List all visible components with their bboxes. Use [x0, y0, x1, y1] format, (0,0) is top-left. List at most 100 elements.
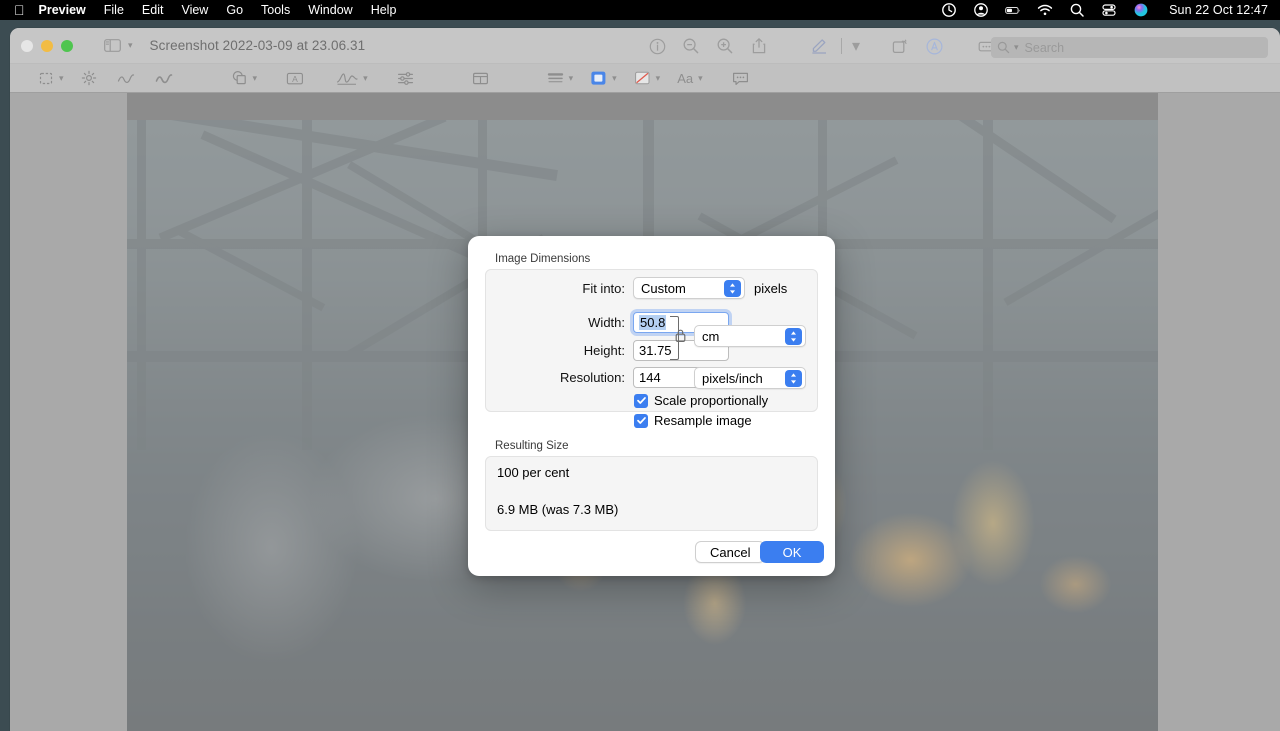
signature-icon[interactable]	[333, 64, 361, 93]
menu-item-file[interactable]: File	[104, 3, 124, 17]
menu-bar:  Preview File Edit View Go Tools Window…	[0, 0, 1280, 20]
search-placeholder: Search	[1025, 41, 1065, 55]
fit-into-value: Custom	[641, 281, 686, 296]
fill-color-icon[interactable]	[587, 64, 610, 93]
sketch-icon[interactable]	[114, 64, 138, 93]
resolution-unit-select[interactable]: pixels/inch	[694, 367, 806, 389]
menu-item-edit[interactable]: Edit	[142, 3, 164, 17]
close-button[interactable]	[21, 40, 33, 52]
markup-toolbar: ▾ ▾ A ▾	[10, 64, 1280, 93]
fit-into-unit-label: pixels	[754, 281, 787, 296]
search-icon	[997, 41, 1010, 54]
resolution-row: Resolution: 144	[485, 367, 729, 388]
resample-image-checkbox[interactable]: Resample image	[634, 413, 752, 428]
instant-alpha-icon[interactable]	[78, 64, 100, 93]
battery-icon[interactable]	[1005, 2, 1021, 18]
height-row: Height: 31.75	[485, 340, 729, 361]
text-icon[interactable]: A	[283, 64, 307, 93]
dimension-unit-stepper-arrows-icon[interactable]	[785, 328, 802, 345]
time-machine-icon[interactable]	[941, 2, 957, 18]
apple-logo-icon[interactable]: 	[14, 3, 25, 17]
resulting-file-size: 6.9 MB (was 7.3 MB)	[497, 502, 618, 517]
menu-item-tools[interactable]: Tools	[261, 3, 290, 17]
zoom-in-icon[interactable]	[708, 28, 742, 64]
fit-into-select[interactable]: Custom	[633, 277, 745, 299]
fit-into-stepper-arrows-icon[interactable]	[724, 280, 741, 297]
shapes-icon[interactable]	[228, 64, 251, 93]
menu-item-preview[interactable]: Preview	[39, 3, 86, 17]
adjust-color-icon[interactable]	[394, 64, 417, 93]
spotlight-search-icon[interactable]	[1069, 2, 1085, 18]
markup-chevron-down-icon[interactable]: ▾	[847, 28, 865, 64]
rotate-icon[interactable]	[883, 28, 917, 64]
traffic-lights	[21, 40, 73, 52]
menu-item-help[interactable]: Help	[371, 3, 397, 17]
window-titlebar: ▾ Screenshot 2022-03-09 at 23.06.31	[10, 28, 1280, 64]
menu-item-go[interactable]: Go	[226, 3, 243, 17]
resolution-unit-stepper-arrows-icon[interactable]	[785, 370, 802, 387]
scale-proportionally-checkbox[interactable]: Scale proportionally	[634, 393, 768, 408]
wifi-icon[interactable]	[1037, 2, 1053, 18]
search-field[interactable]: ▾ Search	[991, 37, 1268, 58]
window-toolbar: ▾	[640, 28, 1007, 64]
desktop: ▾ Screenshot 2022-03-09 at 23.06.31	[0, 20, 1280, 731]
width-row: Width: 50.8	[485, 312, 729, 333]
window-title: Screenshot 2022-03-09 at 23.06.31	[150, 38, 366, 53]
resolution-label: Resolution:	[485, 370, 625, 385]
scale-proportionally-label: Scale proportionally	[654, 393, 768, 408]
rectangular-selection-icon[interactable]	[36, 64, 57, 93]
siri-icon[interactable]	[1133, 2, 1149, 18]
image-size-dialog: Image Dimensions Fit into: Custom pixels…	[468, 236, 835, 576]
markup-pen-icon[interactable]	[802, 28, 836, 64]
border-color-chevron-down-icon[interactable]: ▾	[656, 73, 661, 84]
resolution-value: 144	[639, 370, 661, 385]
shapes-chevron-down-icon[interactable]: ▾	[253, 73, 258, 84]
search-chevron-down-icon[interactable]: ▾	[1014, 42, 1019, 53]
preview-window: ▾ Screenshot 2022-03-09 at 23.06.31	[10, 28, 1280, 731]
fill-color-chevron-down-icon[interactable]: ▾	[612, 73, 617, 84]
resample-image-label: Resample image	[654, 413, 752, 428]
checkbox-checked-icon[interactable]	[634, 394, 648, 408]
crop-icon[interactable]	[469, 64, 492, 93]
sidebar-toggle-button[interactable]: ▾	[104, 39, 133, 52]
annotate-icon[interactable]	[917, 28, 951, 64]
zoom-out-icon[interactable]	[674, 28, 708, 64]
info-icon[interactable]	[640, 28, 674, 64]
text-style-chevron-down-icon[interactable]: ▾	[698, 73, 703, 84]
control-center-icon[interactable]	[1101, 2, 1117, 18]
text-style-icon[interactable]: Aa	[674, 64, 696, 93]
resolution-unit-value: pixels/inch	[702, 371, 763, 386]
shape-style-chevron-down-icon[interactable]: ▾	[569, 73, 574, 84]
note-icon[interactable]	[729, 64, 752, 93]
menubar-status-area: Sun 22 Oct 12:47	[941, 2, 1268, 18]
cancel-button[interactable]: Cancel	[695, 541, 765, 563]
signature-chevron-down-icon[interactable]: ▾	[363, 73, 368, 84]
ok-button[interactable]: OK	[760, 541, 824, 563]
sidebar-chevron-down-icon[interactable]: ▾	[128, 40, 133, 51]
draw-icon[interactable]	[152, 64, 176, 93]
maximize-button[interactable]	[61, 40, 73, 52]
checkbox-checked-icon[interactable]	[634, 414, 648, 428]
resulting-size-label: Resulting Size	[495, 440, 569, 452]
minimize-button[interactable]	[41, 40, 53, 52]
lock-closed-icon	[674, 328, 687, 346]
menubar-clock[interactable]: Sun 22 Oct 12:47	[1169, 3, 1268, 17]
dimension-unit-value: cm	[702, 329, 719, 344]
height-label: Height:	[485, 343, 625, 358]
selection-chevron-down-icon[interactable]: ▾	[59, 73, 64, 84]
menu-item-view[interactable]: View	[181, 3, 208, 17]
image-dimensions-label: Image Dimensions	[495, 253, 590, 265]
share-icon[interactable]	[742, 28, 776, 64]
toolbar-divider	[841, 38, 842, 54]
menu-item-window[interactable]: Window	[308, 3, 352, 17]
height-value: 31.75	[639, 343, 672, 358]
width-value: 50.8	[639, 315, 666, 330]
svg-text:A: A	[292, 74, 298, 84]
border-color-icon[interactable]	[631, 64, 654, 93]
shape-style-icon[interactable]	[544, 64, 567, 93]
resulting-percent: 100 per cent	[497, 465, 569, 480]
fit-into-row: Fit into: Custom pixels	[485, 277, 787, 299]
dimension-unit-select[interactable]: cm	[694, 325, 806, 347]
user-account-icon[interactable]	[973, 2, 989, 18]
fit-into-label: Fit into:	[485, 281, 625, 296]
